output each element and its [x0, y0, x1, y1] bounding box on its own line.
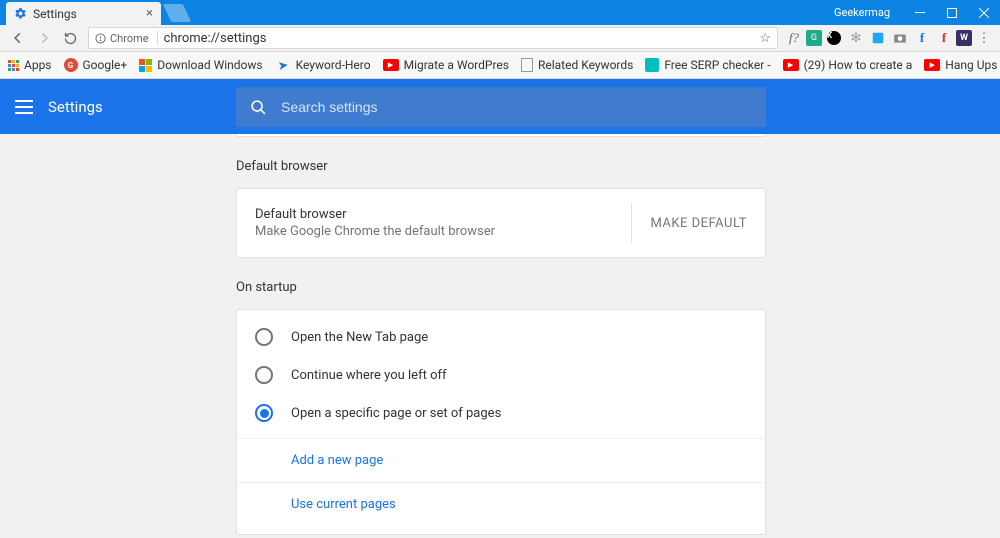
default-browser-card: Default browser Make Google Chrome the d…: [236, 188, 766, 258]
search-icon: [250, 99, 267, 116]
radio-button-selected[interactable]: [255, 404, 273, 422]
on-startup-card: Open the New Tab page Continue where you…: [236, 309, 766, 535]
reload-button[interactable]: [58, 26, 82, 50]
apps-icon: [8, 60, 19, 71]
bookmarks-bar: Apps GGoogle+ Download Windows ➤Keyword-…: [0, 52, 1000, 79]
radio-label: Open the New Tab page: [291, 330, 428, 345]
ext-f-icon[interactable]: f: [934, 28, 954, 48]
settings-header: Settings: [0, 79, 1000, 134]
ext-snowflake-icon[interactable]: ✻: [846, 28, 866, 48]
content-scroll-area[interactable]: Default browser Default browser Make Goo…: [0, 134, 1000, 538]
ext-grammarly-icon[interactable]: G: [806, 30, 822, 46]
radio-button[interactable]: [255, 328, 273, 346]
bookmark-related[interactable]: Related Keywords: [521, 58, 633, 72]
radio-label: Continue where you left off: [291, 368, 447, 383]
tab-title: Settings: [33, 7, 146, 21]
minimize-button[interactable]: [904, 0, 936, 25]
close-icon[interactable]: ×: [146, 6, 153, 21]
ext-w-icon[interactable]: W: [956, 30, 972, 46]
forward-button[interactable]: [32, 26, 56, 50]
section-title-default-browser: Default browser: [236, 159, 766, 174]
security-indicator[interactable]: Chrome: [95, 31, 158, 45]
use-current-pages-row[interactable]: Use current pages: [237, 482, 765, 526]
search-settings-box[interactable]: [236, 87, 766, 127]
make-default-button[interactable]: MAKE DEFAULT: [650, 216, 747, 231]
window-close-button[interactable]: [968, 0, 1000, 25]
address-bar: Chrome chrome://settings ☆ f? G K ✻ f f …: [0, 25, 1000, 52]
url-text: chrome://settings: [164, 31, 760, 46]
back-button[interactable]: [6, 26, 30, 50]
startup-option-new-tab[interactable]: Open the New Tab page: [237, 318, 765, 356]
ext-facebook-icon[interactable]: f: [912, 28, 932, 48]
page-icon: [521, 58, 533, 72]
radio-label: Open a specific page or set of pages: [291, 406, 501, 421]
default-browser-description: Make Google Chrome the default browser: [255, 224, 623, 239]
startup-option-specific[interactable]: Open a specific page or set of pages: [237, 394, 765, 432]
page-title: Settings: [48, 98, 103, 116]
hamburger-menu[interactable]: [0, 100, 48, 114]
bookmark-serp[interactable]: Free SERP checker -: [645, 58, 770, 72]
use-current-pages-link[interactable]: Use current pages: [291, 497, 396, 512]
bookmark-googleplus[interactable]: GGoogle+: [64, 58, 128, 72]
microsoft-icon: [139, 59, 152, 72]
security-label: Chrome: [110, 32, 149, 45]
bookmark-migrate[interactable]: ▶Migrate a WordPres: [383, 58, 509, 72]
ext-camera-icon[interactable]: [890, 28, 910, 48]
ext-save-icon[interactable]: [868, 28, 888, 48]
omnibox[interactable]: Chrome chrome://settings ☆: [88, 27, 778, 49]
gear-icon: [14, 7, 27, 20]
youtube-icon: ▶: [924, 59, 940, 71]
youtube-icon: ▶: [383, 59, 399, 71]
bookmark-howto[interactable]: ▶(29) How to create a: [783, 58, 913, 72]
menu-icon[interactable]: ⋮: [974, 28, 994, 48]
add-new-page-link[interactable]: Add a new page: [291, 453, 383, 468]
card-edge: [236, 134, 766, 137]
bookmark-apps[interactable]: Apps: [8, 58, 52, 72]
profile-name[interactable]: Geekermag: [834, 6, 890, 19]
keyword-hero-icon: ➤: [274, 56, 292, 74]
radio-button[interactable]: [255, 366, 273, 384]
ext-fontface-icon[interactable]: f?: [784, 28, 804, 48]
section-title-on-startup: On startup: [236, 280, 766, 295]
default-browser-label: Default browser: [255, 207, 623, 222]
ext-circle-icon[interactable]: K: [824, 28, 844, 48]
star-icon[interactable]: ☆: [759, 31, 771, 46]
maximize-button[interactable]: [936, 0, 968, 25]
bookmark-keyword-hero[interactable]: ➤Keyword-Hero: [275, 57, 371, 73]
new-tab-button[interactable]: [163, 4, 191, 22]
startup-option-continue[interactable]: Continue where you left off: [237, 356, 765, 394]
add-new-page-row[interactable]: Add a new page: [237, 438, 765, 482]
serp-icon: [645, 58, 659, 72]
window-titlebar: Settings × Geekermag: [0, 0, 1000, 25]
bookmark-download-windows[interactable]: Download Windows: [139, 58, 262, 72]
browser-tab[interactable]: Settings ×: [6, 2, 161, 25]
divider: [631, 203, 632, 243]
googleplus-icon: G: [64, 58, 78, 72]
search-input[interactable]: [281, 99, 752, 115]
youtube-icon: ▶: [783, 59, 799, 71]
bookmark-hangups[interactable]: ▶Hang Ups (Want You: [924, 58, 1000, 72]
